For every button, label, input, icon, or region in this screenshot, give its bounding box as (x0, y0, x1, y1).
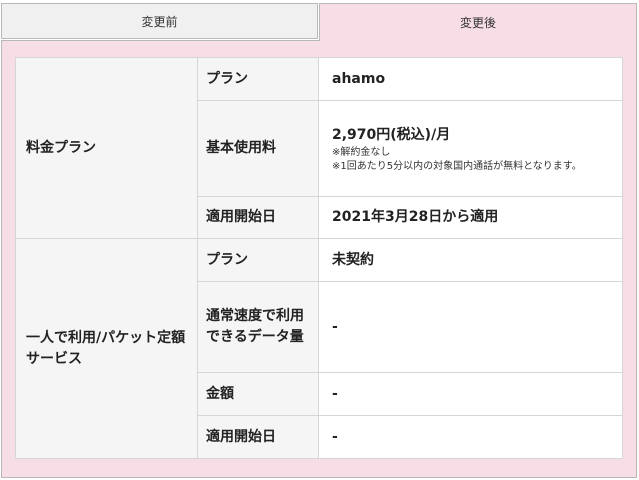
row-value-start-date: 2021年3月28日から適用 (318, 196, 623, 239)
tab-after-change[interactable]: 変更後 (319, 3, 637, 41)
row-value-data-allowance: - (318, 281, 623, 373)
row-value-basic-fee: 2,970円(税込)/月 ※解約金なし ※1回あたり5分以内の対象国内通話が無料… (318, 100, 623, 197)
row-value-start-date: - (318, 415, 623, 459)
tab-bar: 変更前 変更後 (0, 0, 639, 42)
row-value-plan: 未契約 (318, 238, 623, 282)
group-label-rate-plan: 料金プラン (15, 57, 198, 239)
row-label-data-allowance: 通常速度で利用できるデータ量 (197, 281, 319, 373)
table-row: 一人で利用/パケット定額サービス プラン 未契約 (15, 238, 623, 459)
group-label-packet-service: 一人で利用/パケット定額サービス (15, 238, 198, 459)
row-value-amount: - (318, 372, 623, 416)
row-value-plan: ahamo (318, 57, 623, 101)
basic-fee-price: 2,970円(税込)/月 (332, 126, 451, 143)
row-label-basic-fee: 基本使用料 (197, 100, 319, 197)
row-label-amount: 金額 (197, 372, 319, 416)
basic-fee-note-cancellation: ※解約金なし (332, 146, 391, 158)
row-label-start-date: 適用開始日 (197, 415, 319, 459)
row-label-plan: プラン (197, 57, 319, 101)
after-change-panel: 料金プラン プラン ahamo 基本使用料 2,970円(税込)/月 ※解約金な… (1, 40, 637, 478)
row-label-plan: プラン (197, 238, 319, 282)
basic-fee-note-free-calls: ※1回あたり5分以内の対象国内通話が無料となります。 (332, 160, 582, 172)
plan-table: 料金プラン プラン ahamo 基本使用料 2,970円(税込)/月 ※解約金な… (15, 57, 623, 459)
tab-before-change[interactable]: 変更前 (1, 3, 318, 39)
table-row: 料金プラン プラン ahamo (15, 57, 623, 239)
row-label-start-date: 適用開始日 (197, 196, 319, 239)
